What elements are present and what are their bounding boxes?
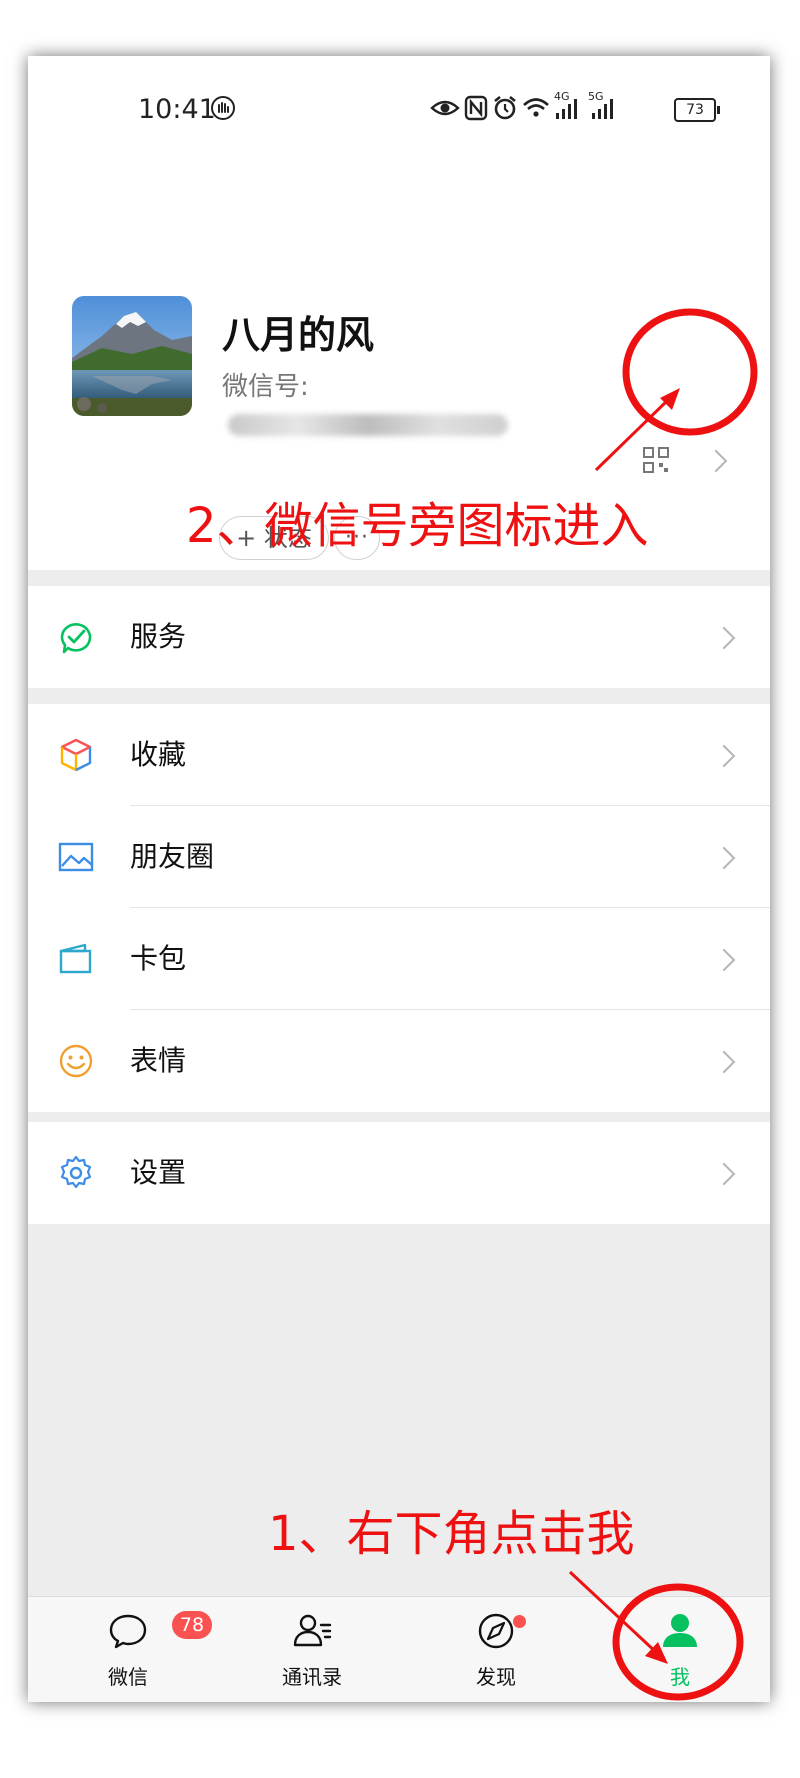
- annotation-overlay: [568, 308, 758, 1701]
- highlight-circle-me-tab: [612, 1583, 744, 1701]
- arrow-to-qr: [594, 396, 672, 472]
- highlight-circle-qr: [622, 308, 758, 436]
